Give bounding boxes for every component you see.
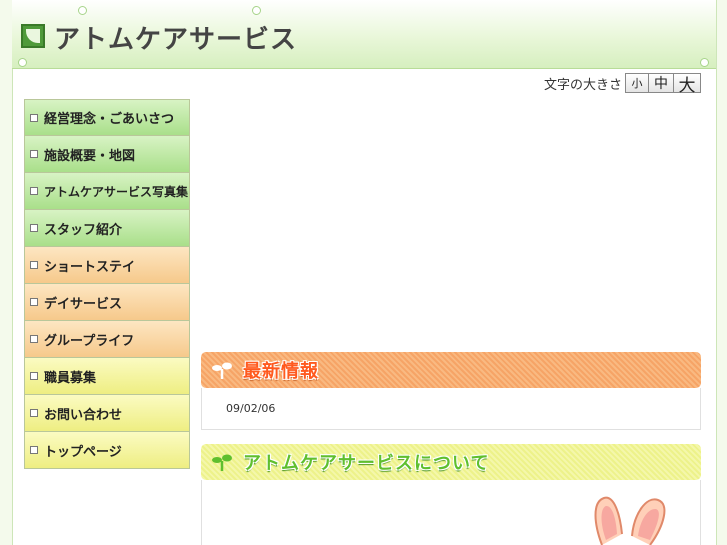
news-heading-bar: 最新情報 [201,352,701,388]
news-heading: 最新情報 [243,361,319,382]
logo-icon[interactable] [21,24,45,48]
bullet-icon [30,187,38,195]
bullet-icon [30,372,38,380]
nav-item-label: アトムケアサービス写真集 [44,184,189,199]
decor-dot [18,58,27,67]
nav-item-facility[interactable]: 施設概要・地図 [24,136,190,173]
nav-item-top-page[interactable]: トップページ [24,432,190,469]
nav-item-staff[interactable]: スタッフ紹介 [24,210,190,247]
nav-item-short-stay[interactable]: ショートステイ [24,247,190,284]
sprout-icon [212,454,232,471]
font-size-switcher: 文字の大きさ 小 中 大 [543,73,701,96]
nav-item-group-life[interactable]: グループライフ [24,321,190,358]
nav-item-label: 職員募集 [44,370,97,386]
news-box: 09/02/06 [201,388,701,430]
bullet-icon [30,298,38,306]
nav-item-label: 施設概要・地図 [44,148,136,164]
decor-dot [78,6,87,15]
nav-item-philosophy[interactable]: 経営理念・ごあいさつ [24,99,190,136]
sidebar-nav: 経営理念・ごあいさつ 施設概要・地図 アトムケアサービス写真集 スタッフ紹介 シ… [24,99,190,469]
font-size-small-button[interactable]: 小 [625,73,649,93]
nav-item-label: ショートステイ [44,259,136,275]
nav-item-label: グループライフ [44,333,135,349]
nav-item-label: 経営理念・ごあいさつ [44,112,175,127]
news-date: 09/02/06 [226,402,276,415]
decor-dot [700,58,709,67]
nav-item-recruit[interactable]: 職員募集 [24,358,190,395]
nav-item-photos[interactable]: アトムケアサービス写真集 [24,173,190,210]
rabbit-mascot-icon [594,496,666,545]
font-size-medium-button[interactable]: 中 [648,73,674,93]
about-heading: アトムケアサービスについて [243,453,490,474]
site-title[interactable]: アトムケアサービス [54,19,297,56]
bullet-icon [30,409,38,417]
nav-item-label: お問い合わせ [44,407,123,423]
bullet-icon [30,446,38,454]
nav-item-label: トップページ [44,444,122,460]
nav-item-day-service[interactable]: デイサービス [24,284,190,321]
about-box [201,480,701,545]
sprout-icon [212,362,232,379]
nav-item-label: スタッフ紹介 [44,222,123,238]
bullet-icon [30,335,38,343]
about-heading-bar: アトムケアサービスについて [201,444,701,480]
nav-item-label: デイサービス [44,296,123,312]
nav-item-contact[interactable]: お問い合わせ [24,395,190,432]
bullet-icon [30,261,38,269]
decor-dot [252,6,261,15]
bullet-icon [30,113,38,122]
bullet-icon [30,150,38,158]
font-size-label: 文字の大きさ [543,77,622,93]
font-size-large-button[interactable]: 大 [673,73,701,96]
bullet-icon [30,224,38,232]
